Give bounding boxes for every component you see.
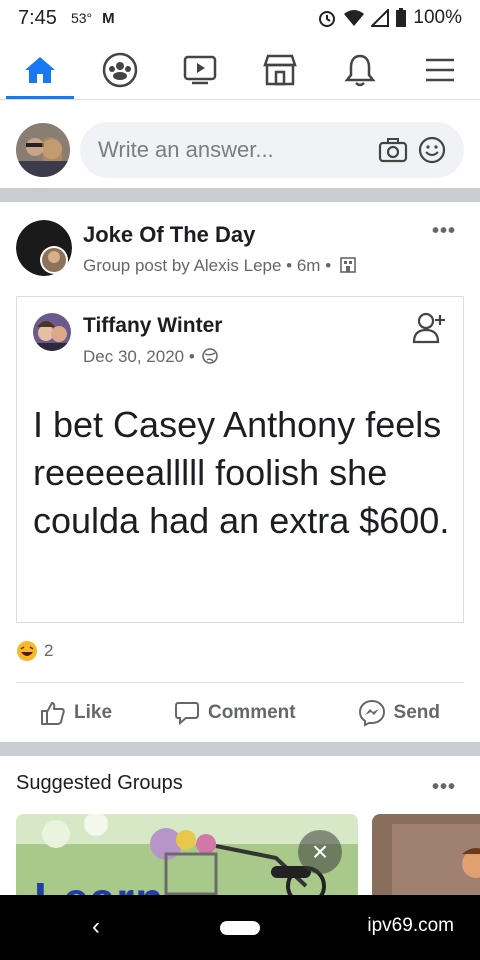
groups-icon [102,52,138,87]
group-cover-image [372,814,480,900]
post-more-icon[interactable]: ••• [432,220,456,243]
battery-icon [396,8,407,27]
comment-label: Comment [207,702,296,723]
back-icon[interactable]: ‹ [92,913,100,941]
thumbs-up-icon [41,702,65,725]
post-header: Joke Of The Day Group post by Alexis Lep… [16,218,464,282]
tab-watch[interactable] [160,40,240,99]
reaction-count: 2 [44,641,54,660]
answer-composer: Write an answer... [0,112,480,188]
alarm-icon [319,11,336,27]
post-meta: Group post by Alexis Lepe • 6m • [83,256,356,276]
suggested-groups-title: Suggested Groups [16,772,183,794]
marketplace-icon [263,54,297,85]
author-avatar[interactable] [33,313,71,351]
messenger-icon [358,699,385,727]
tab-home[interactable] [0,40,80,99]
suggested-group-card[interactable] [372,814,480,900]
post-date-text: Dec 30, 2020 • [83,347,195,366]
suggested-more-icon[interactable]: ••• [432,776,456,799]
author-name[interactable]: Tiffany Winter [83,314,222,338]
post-meta-text: Group post by Alexis Lepe • 6m • [83,256,332,275]
battery-percent: 100% [413,7,462,28]
action-separator [16,682,464,683]
watch-icon [183,55,217,84]
camera-icon[interactable] [378,137,408,163]
post-text: I bet Casey Anthony feels reeeeealllll f… [33,404,450,541]
comment-icon [174,702,199,725]
home-icon [25,56,55,83]
emoji-icon[interactable] [418,136,446,164]
composer-icons [378,136,446,164]
tab-menu[interactable] [400,40,480,99]
status-right: 100% [317,7,462,29]
watermark-text: ipv69.com [367,915,454,936]
reaction-summary[interactable]: 2 [16,640,53,662]
system-navigation-bar: ‹ ipv69.com [0,895,480,960]
add-friend-button[interactable] [411,311,447,350]
like-label: Like [74,702,113,723]
user-avatar[interactable] [16,123,70,177]
wifi-icon [344,10,365,26]
post-actions: Like Comment Send [16,690,464,736]
tab-marketplace[interactable] [240,40,320,99]
answer-input[interactable]: Write an answer... [80,122,464,178]
status-time: 7:45 [18,6,57,29]
shared-post-card[interactable]: Tiffany Winter Dec 30, 2020 • I bet Case… [16,296,464,623]
group-avatar[interactable] [16,220,72,276]
comment-button[interactable]: Comment [174,701,296,725]
add-friend-icon [412,312,445,344]
send-button[interactable]: Send [358,699,440,727]
section-divider [0,742,480,756]
haha-reaction-icon [17,641,37,661]
group-privacy-icon [340,257,356,273]
answer-placeholder: Write an answer... [98,137,274,162]
send-label: Send [393,702,440,723]
globe-icon [201,348,218,364]
close-icon[interactable]: × [298,830,342,874]
menu-icon [426,58,454,81]
section-divider [0,188,480,202]
signal-icon [371,9,390,27]
top-navigation [0,40,480,100]
home-pill-button[interactable] [220,921,260,935]
like-button[interactable]: Like [40,700,112,726]
status-temperature: 53° [70,10,93,26]
status-bar: 7:45 53° M 100% [0,0,480,36]
bell-icon [344,54,376,86]
gmail-icon: M [102,9,115,27]
group-name[interactable]: Joke Of The Day [83,222,255,248]
suggested-group-card[interactable]: Learn × [16,814,358,900]
post-date: Dec 30, 2020 • [83,347,218,367]
tab-notifications[interactable] [320,40,400,99]
tab-groups[interactable] [80,40,160,99]
